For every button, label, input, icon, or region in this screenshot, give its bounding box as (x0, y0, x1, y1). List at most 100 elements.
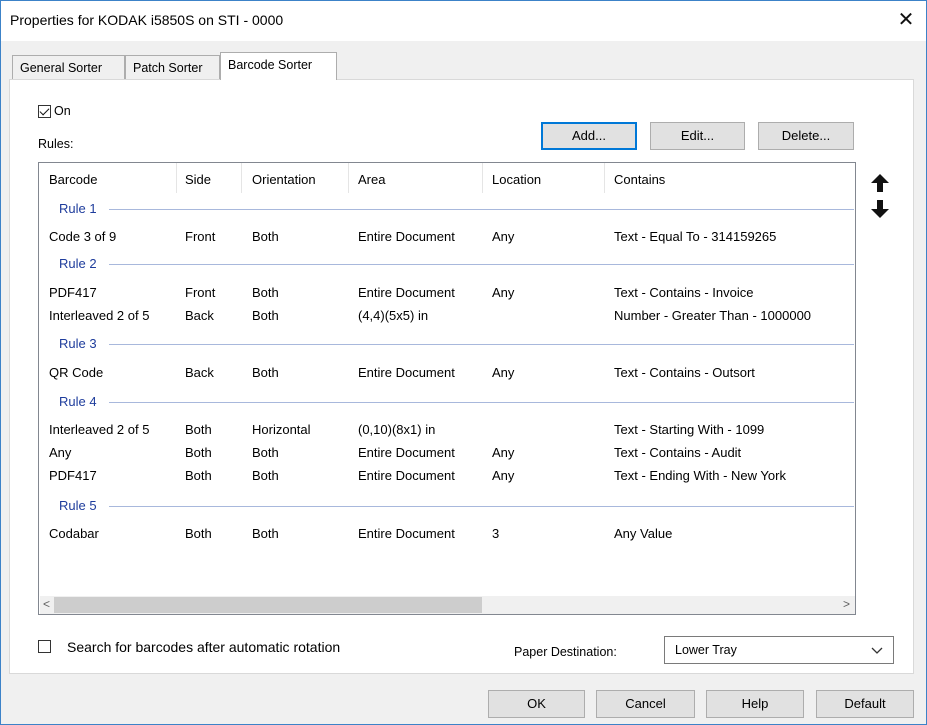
cell-area: Entire Document (358, 445, 455, 460)
cell-location: Any (492, 285, 515, 300)
cell-barcode: QR Code (49, 365, 104, 380)
scrollbar-thumb[interactable] (54, 597, 482, 613)
rules-label: Rules: (38, 137, 74, 151)
cell-location: 3 (492, 526, 500, 541)
cell-contains: Text - Ending With - New York (614, 468, 786, 483)
search-after-rotation-checkbox[interactable] (38, 640, 51, 653)
paper-destination-select[interactable]: Lower Tray (664, 636, 894, 664)
cell-contains: Text - Equal To - 314159265 (614, 229, 777, 244)
cell-orientation: Both (252, 285, 279, 300)
rule-group-divider (109, 506, 854, 507)
cell-barcode: Codabar (49, 526, 99, 541)
horizontal-scrollbar[interactable]: < > (40, 596, 855, 614)
cell-area: Entire Document (358, 468, 455, 483)
paper-destination-label: Paper Destination: (514, 645, 617, 659)
chevron-down-icon (871, 647, 883, 654)
arrow-down-icon (871, 200, 889, 218)
cell-orientation: Both (252, 365, 279, 380)
cancel-button[interactable]: Cancel (596, 690, 695, 718)
cell-contains: Number - Greater Than - 1000000 (614, 308, 812, 323)
column-header-contains[interactable]: Contains (614, 172, 665, 187)
ok-button[interactable]: OK (488, 690, 585, 718)
move-down-icon[interactable] (869, 198, 891, 220)
cell-location: Any (492, 445, 515, 460)
cell-side: Both (185, 526, 212, 541)
cell-area: Entire Document (358, 285, 455, 300)
close-icon[interactable]: ✕ (891, 5, 921, 35)
rule-group-divider (109, 402, 854, 403)
move-up-icon[interactable] (869, 172, 891, 194)
title-bar: Properties for KODAK i5850S on STI - 000… (1, 1, 926, 41)
scroll-right-icon[interactable]: > (843, 597, 850, 611)
help-button[interactable]: Help (706, 690, 804, 718)
cell-contains: Text - Contains - Audit (614, 445, 742, 460)
cell-side: Both (185, 468, 212, 483)
column-divider[interactable] (482, 163, 483, 193)
column-divider[interactable] (604, 163, 605, 193)
scroll-left-icon[interactable]: < (43, 597, 50, 611)
column-divider[interactable] (176, 163, 177, 193)
cell-area: (4,4)(5x5) in (358, 308, 429, 323)
delete-button[interactable]: Delete... (758, 122, 854, 150)
cell-side: Back (185, 365, 214, 380)
tab-barcode-sorter[interactable]: Barcode Sorter (220, 52, 337, 80)
cell-orientation: Horizontal (252, 422, 311, 437)
rule-group-label: Rule 2 (59, 256, 97, 271)
cell-orientation: Both (252, 229, 279, 244)
tab-general-sorter[interactable]: General Sorter (12, 55, 125, 79)
column-header-barcode[interactable]: Barcode (49, 172, 97, 187)
rule-group-label: Rule 5 (59, 498, 97, 513)
cell-barcode: PDF417 (49, 468, 97, 483)
tab-label: Barcode Sorter (228, 58, 313, 72)
column-header-area[interactable]: Area (358, 172, 385, 187)
default-button[interactable]: Default (816, 690, 914, 718)
cell-side: Front (185, 285, 216, 300)
cell-contains: Text - Starting With - 1099 (614, 422, 765, 437)
cell-orientation: Both (252, 308, 279, 323)
cell-area: Entire Document (358, 365, 455, 380)
cell-contains: Any Value (614, 526, 673, 541)
cell-contains: Text - Contains - Invoice (614, 285, 754, 300)
rule-group-divider (109, 344, 854, 345)
arrow-up-icon (871, 174, 889, 192)
column-header-orientation[interactable]: Orientation (252, 172, 316, 187)
edit-button[interactable]: Edit... (650, 122, 745, 150)
column-header-side[interactable]: Side (185, 172, 211, 187)
add-button[interactable]: Add... (541, 122, 637, 150)
cell-orientation: Both (252, 526, 279, 541)
cell-contains: Text - Contains - Outsort (614, 365, 755, 380)
window-title: Properties for KODAK i5850S on STI - 000… (10, 12, 284, 28)
cell-barcode: Code 3 of 9 (49, 229, 117, 244)
cell-orientation: Both (252, 468, 279, 483)
rule-group-divider (109, 209, 854, 210)
column-header-location[interactable]: Location (492, 172, 541, 187)
cell-barcode: Interleaved 2 of 5 (49, 422, 150, 437)
search-after-rotation-label: Search for barcodes after automatic rota… (67, 639, 341, 655)
cell-area: Entire Document (358, 229, 455, 244)
rule-group-label: Rule 4 (59, 394, 97, 409)
rules-list[interactable]: Barcode Side Orientation Area Location C… (38, 162, 856, 615)
column-divider[interactable] (241, 163, 242, 193)
rule-group-label: Rule 3 (59, 336, 97, 351)
cell-location: Any (492, 365, 515, 380)
rule-group-divider (109, 264, 854, 265)
tab-label: General Sorter (20, 61, 102, 75)
cell-barcode: Any (49, 445, 72, 460)
cell-area: Entire Document (358, 526, 455, 541)
cell-side: Front (185, 229, 216, 244)
cell-side: Both (185, 422, 212, 437)
cell-orientation: Both (252, 445, 279, 460)
cell-side: Both (185, 445, 212, 460)
cell-barcode: Interleaved 2 of 5 (49, 308, 150, 323)
cell-location: Any (492, 229, 515, 244)
on-checkbox[interactable] (38, 105, 51, 118)
on-checkbox-label: On (54, 104, 71, 118)
paper-destination-value: Lower Tray (675, 643, 737, 657)
tab-patch-sorter[interactable]: Patch Sorter (125, 55, 220, 79)
column-divider[interactable] (348, 163, 349, 193)
tab-label: Patch Sorter (133, 61, 203, 75)
cell-area: (0,10)(8x1) in (358, 422, 436, 437)
cell-location: Any (492, 468, 515, 483)
rule-group-label: Rule 1 (59, 201, 97, 216)
cell-side: Back (185, 308, 214, 323)
